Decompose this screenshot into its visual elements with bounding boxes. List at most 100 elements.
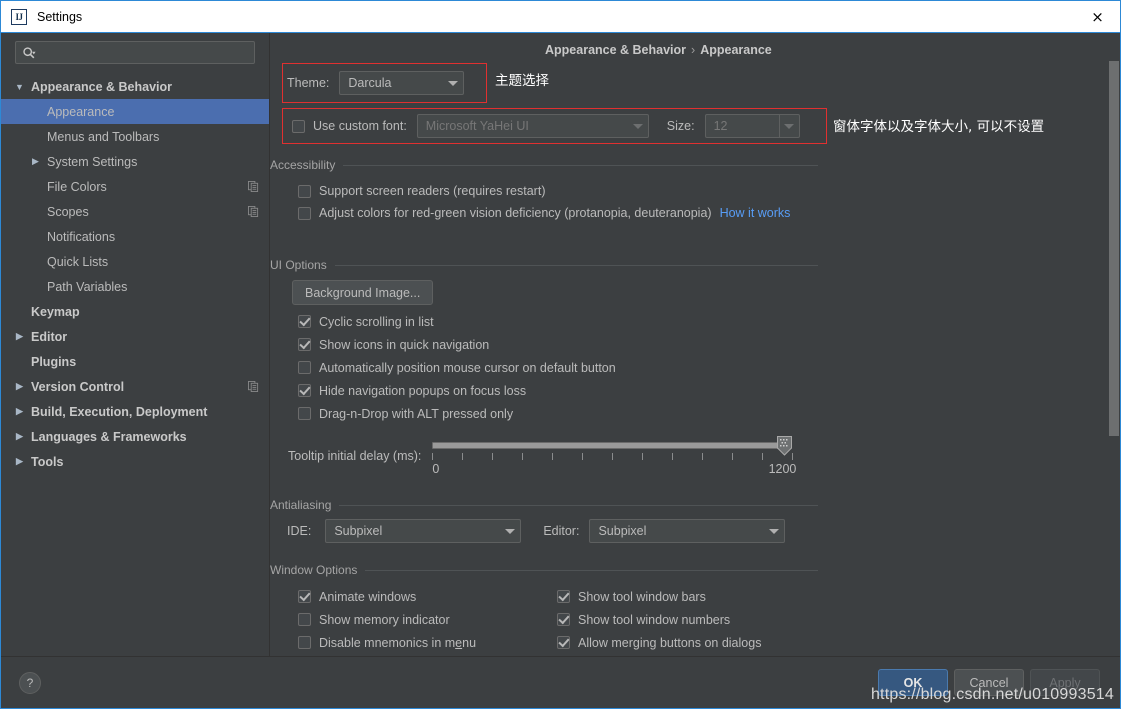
search-input[interactable] bbox=[36, 45, 248, 60]
content-area: Appearance & Behavior › Appearance Theme: … bbox=[270, 33, 1120, 656]
tooltip-delay-slider[interactable]: 0 1200 bbox=[432, 436, 796, 481]
sidebar-item-scopes[interactable]: Scopes bbox=[1, 199, 269, 224]
sidebar-item-path-variables[interactable]: Path Variables bbox=[1, 274, 269, 299]
chevron-right-icon[interactable]: ▶ bbox=[13, 405, 26, 418]
chevron-down-icon bbox=[443, 72, 463, 94]
antialiasing-row: IDE: Subpixel Editor: Subpixel bbox=[287, 519, 786, 543]
sidebar-item-appearance[interactable]: Appearance bbox=[1, 99, 269, 124]
checkbox-label: Show tool window numbers bbox=[578, 612, 731, 627]
chevron-right-icon[interactable]: ▶ bbox=[13, 430, 26, 443]
window-option-left-0[interactable]: Animate windows bbox=[298, 585, 476, 608]
ui-option-2[interactable]: Automatically position mouse cursor on d… bbox=[298, 356, 616, 379]
window-option-left-1[interactable]: Show memory indicator bbox=[298, 608, 476, 631]
sidebar-item-tools[interactable]: ▶ Tools bbox=[1, 449, 269, 474]
sidebar-item-version-control[interactable]: ▶ Version Control bbox=[1, 374, 269, 399]
scrollbar-thumb[interactable] bbox=[1109, 61, 1119, 436]
copy-icon[interactable] bbox=[248, 181, 259, 192]
checkbox[interactable] bbox=[557, 590, 570, 603]
ui-option-1[interactable]: Show icons in quick navigation bbox=[298, 333, 616, 356]
close-icon[interactable]: × bbox=[1075, 1, 1120, 32]
slider-thumb[interactable] bbox=[777, 436, 793, 456]
checkbox[interactable] bbox=[298, 315, 311, 328]
checkbox-label: Automatically position mouse cursor on d… bbox=[319, 360, 616, 375]
checkbox[interactable] bbox=[298, 636, 311, 649]
editor-antialias-select[interactable]: Subpixel bbox=[589, 519, 786, 543]
sidebar-item-system-settings[interactable]: ▶ System Settings bbox=[1, 149, 269, 174]
ui-option-3[interactable]: Hide navigation popups on focus loss bbox=[298, 379, 616, 402]
sidebar-item-keymap[interactable]: Keymap bbox=[1, 299, 269, 324]
tooltip-delay-label: Tooltip initial delay (ms): bbox=[288, 449, 422, 463]
chevron-right-icon[interactable]: ▶ bbox=[13, 380, 26, 393]
theme-label: Theme: bbox=[287, 76, 330, 90]
window-options-title: Window Options bbox=[270, 563, 358, 577]
breadcrumb-root[interactable]: Appearance & Behavior bbox=[545, 43, 686, 57]
slider-max-label: 1200 bbox=[768, 462, 797, 476]
sidebar-item-file-colors[interactable]: File Colors bbox=[1, 174, 269, 199]
ui-options-title: UI Options bbox=[270, 258, 327, 272]
chevron-down-icon bbox=[628, 115, 648, 137]
ide-antialias-select[interactable]: Subpixel bbox=[325, 519, 522, 543]
how-it-works-link[interactable]: How it works bbox=[720, 206, 791, 220]
chevron-down-icon[interactable]: ▼ bbox=[13, 80, 26, 93]
appearance-panel: Appearance & Behavior › Appearance Theme: … bbox=[270, 33, 1106, 656]
copy-icon[interactable] bbox=[248, 381, 259, 392]
checkbox-label: Cyclic scrolling in list bbox=[319, 314, 434, 329]
sidebar-item-build-execution-deployment[interactable]: ▶ Build, Execution, Deployment bbox=[1, 399, 269, 424]
window-option-right-2[interactable]: Allow merging buttons on dialogs bbox=[557, 631, 761, 654]
content-scrollbar[interactable] bbox=[1106, 33, 1120, 656]
sidebar-item-label: Quick Lists bbox=[47, 254, 109, 269]
theme-select[interactable]: Darcula bbox=[339, 71, 465, 95]
checkbox[interactable] bbox=[298, 361, 311, 374]
search-container bbox=[1, 41, 269, 72]
search-icon bbox=[22, 46, 36, 60]
checkbox[interactable] bbox=[298, 384, 311, 397]
font-size-spinner[interactable]: 12 bbox=[704, 114, 800, 138]
sidebar-item-appearance-behavior[interactable]: ▼ Appearance & Behavior bbox=[1, 74, 269, 99]
sidebar-item-languages-frameworks[interactable]: ▶ Languages & Frameworks bbox=[1, 424, 269, 449]
checkbox[interactable] bbox=[298, 590, 311, 603]
antialiasing-section-header: Antialiasing bbox=[270, 498, 818, 512]
window-option-right-1[interactable]: Show tool window numbers bbox=[557, 608, 761, 631]
checkbox[interactable] bbox=[298, 338, 311, 351]
accessibility-option-0[interactable]: Support screen readers (requires restart… bbox=[298, 180, 790, 202]
search-box[interactable] bbox=[15, 41, 255, 64]
background-image-button[interactable]: Background Image... bbox=[292, 280, 434, 305]
use-custom-font-label: Use custom font: bbox=[313, 119, 407, 133]
sidebar-item-label: Keymap bbox=[31, 304, 80, 319]
checkbox[interactable] bbox=[557, 636, 570, 649]
checkbox[interactable] bbox=[298, 206, 311, 220]
checkbox[interactable] bbox=[557, 613, 570, 626]
sidebar-item-notifications[interactable]: Notifications bbox=[1, 224, 269, 249]
checkbox[interactable] bbox=[298, 407, 311, 420]
background-image-button-wrap: Background Image... bbox=[292, 280, 434, 305]
use-custom-font-checkbox[interactable] bbox=[292, 119, 305, 133]
window-option-left-2[interactable]: Disable mnemonics in menu bbox=[298, 631, 476, 654]
font-size-value: 12 bbox=[713, 119, 728, 133]
slider-ticks bbox=[432, 453, 794, 462]
sidebar-item-plugins[interactable]: Plugins bbox=[1, 349, 269, 374]
ui-option-0[interactable]: Cyclic scrolling in list bbox=[298, 310, 616, 333]
chevron-right-icon[interactable]: ▶ bbox=[29, 155, 42, 168]
sidebar-item-editor[interactable]: ▶ Editor bbox=[1, 324, 269, 349]
help-button[interactable]: ? bbox=[19, 671, 41, 694]
sidebar-item-menus-and-toolbars[interactable]: Menus and Toolbars bbox=[1, 124, 269, 149]
checkbox[interactable] bbox=[298, 184, 311, 198]
sidebar-item-quick-lists[interactable]: Quick Lists bbox=[1, 249, 269, 274]
sidebar-item-label: Tools bbox=[31, 454, 64, 469]
font-annotation-text: 窗体字体以及字体大小, 可以不设置 bbox=[833, 119, 1045, 135]
accessibility-option-1[interactable]: Adjust colors for red-green vision defic… bbox=[298, 202, 790, 224]
breadcrumb: Appearance & Behavior › Appearance bbox=[270, 33, 772, 67]
sidebar-item-label: Scopes bbox=[47, 204, 89, 219]
custom-font-select[interactable]: Microsoft YaHei UI bbox=[416, 114, 649, 138]
sidebar-item-label: Menus and Toolbars bbox=[47, 129, 160, 144]
checkbox[interactable] bbox=[298, 613, 311, 626]
section-divider bbox=[365, 569, 818, 571]
window-title: Settings bbox=[37, 9, 83, 24]
window-option-right-0[interactable]: Show tool window bars bbox=[557, 585, 761, 608]
chevron-right-icon[interactable]: ▶ bbox=[13, 330, 26, 343]
chevron-right-icon[interactable]: ▶ bbox=[13, 455, 26, 468]
ui-option-4[interactable]: Drag-n-Drop with ALT pressed only bbox=[298, 402, 616, 425]
copy-icon[interactable] bbox=[248, 206, 259, 217]
